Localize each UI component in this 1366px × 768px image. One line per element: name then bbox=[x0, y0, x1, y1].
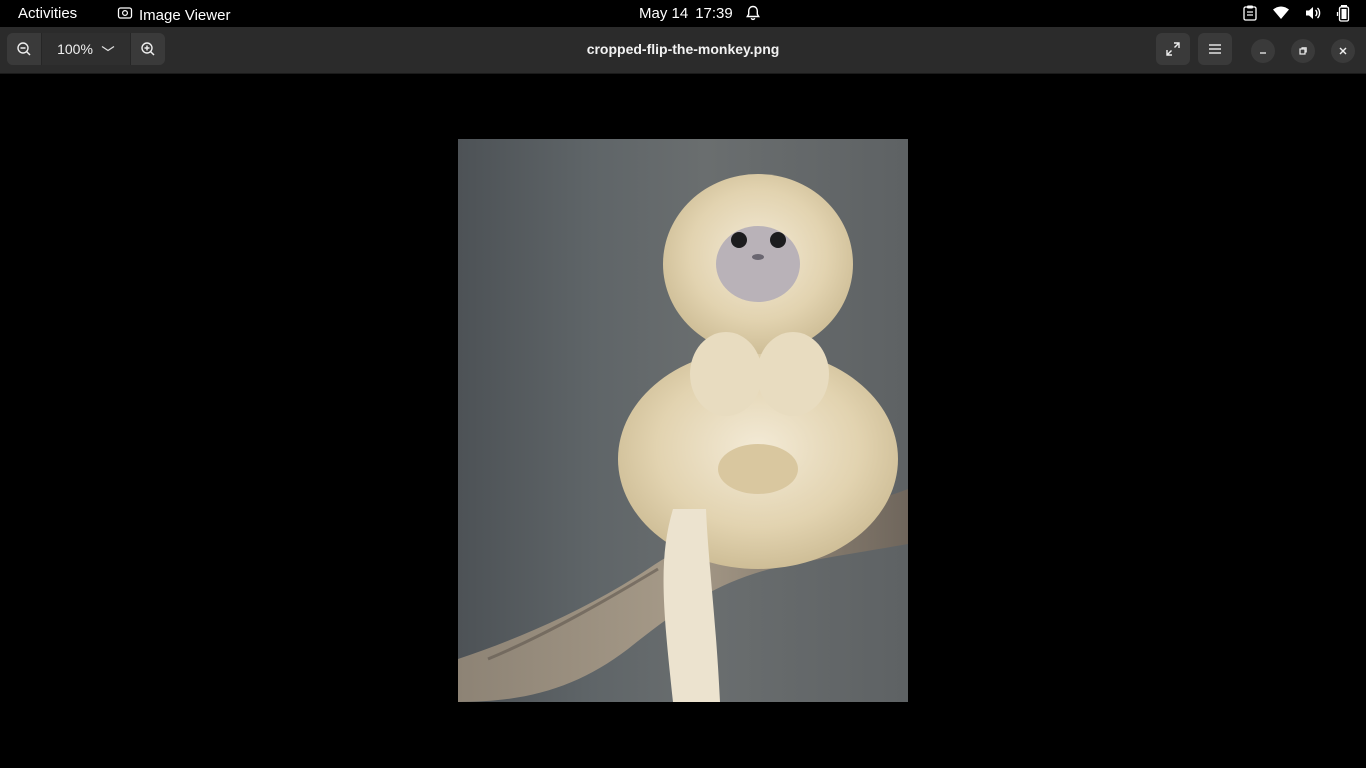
volume-icon[interactable] bbox=[1304, 5, 1322, 25]
minimize-button[interactable] bbox=[1251, 39, 1275, 63]
app-menu[interactable]: Image Viewer bbox=[117, 5, 230, 25]
wifi-icon[interactable] bbox=[1272, 5, 1290, 25]
clock-date: May 14 bbox=[639, 5, 689, 22]
displayed-image bbox=[458, 139, 908, 702]
monkey-photo bbox=[458, 174, 908, 702]
battery-icon[interactable] bbox=[1336, 4, 1352, 26]
app-menu-label: Image Viewer bbox=[139, 6, 231, 24]
top-bar: Activities Image Viewer May 14 17:39 bbox=[0, 0, 1366, 27]
header-bar: 100% cropped-flip-the-monkey.png bbox=[0, 27, 1366, 74]
notification-bell-icon[interactable] bbox=[744, 4, 762, 26]
minimize-icon bbox=[1260, 52, 1266, 54]
main-menu-button[interactable] bbox=[1198, 33, 1232, 65]
fullscreen-icon bbox=[1166, 42, 1180, 56]
close-icon bbox=[1339, 47, 1347, 55]
restore-icon bbox=[1299, 47, 1307, 55]
image-viewer-icon bbox=[117, 5, 133, 25]
fullscreen-button[interactable] bbox=[1156, 33, 1190, 65]
close-button[interactable] bbox=[1331, 39, 1355, 63]
clock-time: 17:39 bbox=[695, 5, 733, 22]
restore-button[interactable] bbox=[1291, 39, 1315, 63]
activities-button[interactable]: Activities bbox=[18, 5, 77, 22]
hamburger-menu-icon bbox=[1209, 44, 1221, 54]
clock[interactable]: May 14 17:39 bbox=[639, 5, 733, 22]
system-tray[interactable] bbox=[1242, 4, 1352, 26]
image-canvas[interactable] bbox=[0, 74, 1366, 768]
clipboard-icon[interactable] bbox=[1242, 4, 1258, 26]
